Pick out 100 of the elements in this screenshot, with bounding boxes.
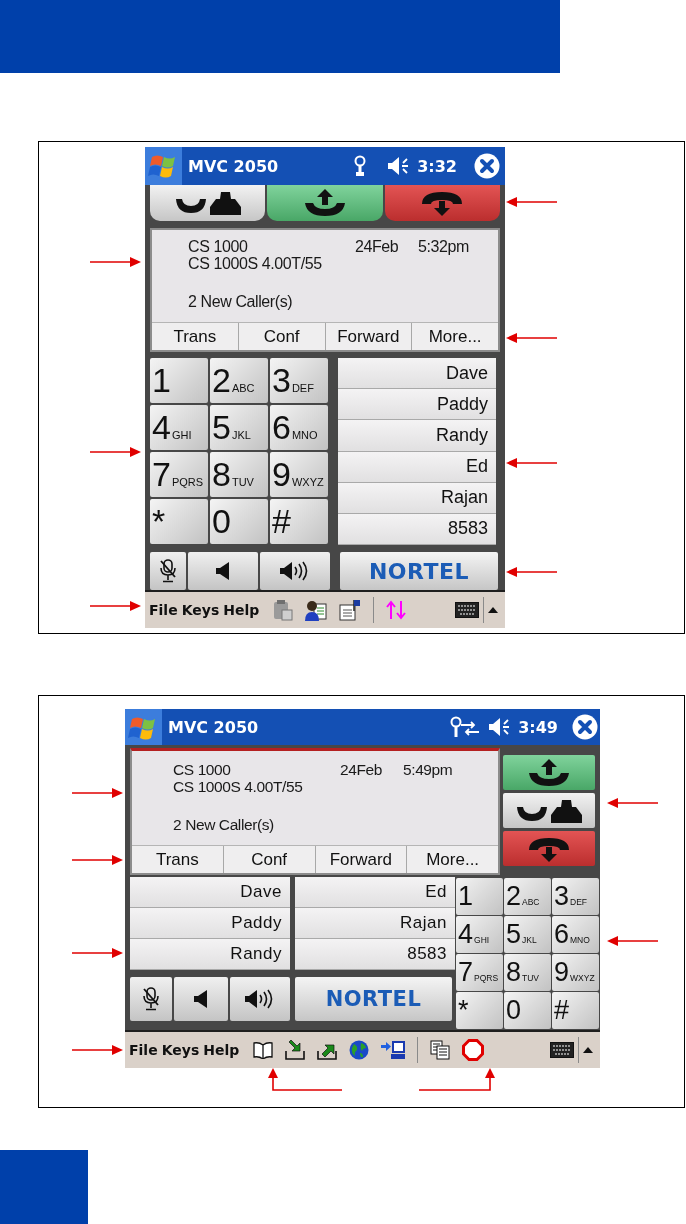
speed-dial-key[interactable]: Paddy [338,389,496,421]
handset-down-arrow-icon[interactable] [527,835,571,862]
caret-up-icon[interactable] [583,1047,593,1053]
softkey-button[interactable]: More... [411,323,498,350]
handset-base-icon[interactable] [516,798,582,823]
book-icon[interactable] [253,1041,274,1059]
speaker-icon[interactable] [488,717,511,737]
keypad-key[interactable]: 8TUV [210,452,268,497]
keypad-key[interactable]: 0 [210,499,268,544]
speed-dial-key[interactable]: 8583 [338,513,496,546]
volume-up-button[interactable] [230,977,290,1021]
keypad-key[interactable]: 5 JKL [504,916,551,953]
softkey-button[interactable]: Conf [222,846,315,873]
keypad-key[interactable]: 3 DEF [270,358,328,403]
handset-up-arrow-icon[interactable] [303,189,347,217]
keyboard-icon[interactable] [550,1042,574,1058]
windows-flag-icon[interactable] [125,709,162,745]
keypad-key[interactable]: 7 PQRS [150,452,208,497]
softkey-button[interactable]: More... [406,846,498,873]
keypad-key[interactable]: 9 WXYZ [552,954,599,991]
speed-dial-key[interactable]: Dave [130,877,290,908]
answer-button[interactable] [503,755,595,790]
speaker-icon[interactable] [387,156,410,176]
keypad-key[interactable]: 8 TUV [504,954,551,991]
keypad-key[interactable]: 6 MNO [552,916,599,953]
speed-dial-key[interactable]: Randy [130,939,290,970]
speaker-waves-icon[interactable] [245,989,275,1009]
keypad-key[interactable]: 9WXYZ [270,452,328,497]
keypad-key[interactable]: # [270,499,328,544]
keypad-key[interactable]: 6 MNO [270,405,328,450]
speed-dial-key[interactable]: Dave [338,358,496,390]
copy-icon[interactable] [430,1040,451,1060]
call-date: 24Feb [340,761,382,778]
speaker-icon[interactable] [194,990,208,1008]
keypad-key[interactable]: 2 ABC [504,878,551,915]
document-flag-icon[interactable] [339,599,362,621]
antenna-arrows-icon[interactable] [450,716,481,738]
keyboard-icon[interactable] [455,602,479,618]
keypad-key[interactable]: 4GHI [150,405,208,450]
octagon-icon[interactable] [462,1039,485,1061]
keypad-key[interactable]: # [552,992,599,1029]
handset-up-arrow-icon[interactable] [527,758,571,787]
volume-down-button[interactable] [188,552,258,590]
caller-status: 2 New Caller(s) [173,816,274,833]
keypad-key[interactable]: * [150,499,208,544]
callout-arrow [506,457,557,469]
speed-dial-key[interactable]: Ed [338,451,496,483]
speed-dial-key[interactable]: Paddy [130,908,290,939]
menu-item[interactable]: Help [201,1042,242,1058]
menu-item[interactable]: Help [221,602,262,618]
menu-item[interactable]: File [127,1042,160,1058]
windows-flag-icon[interactable] [145,147,182,185]
keypad-key[interactable]: 5JKL [210,405,268,450]
release-button[interactable] [503,831,595,866]
handset-base-icon[interactable] [174,191,241,215]
tray-down-arrow-icon[interactable] [285,1040,306,1060]
close-icon[interactable] [474,153,500,179]
arrow-monitor-icon[interactable] [381,1040,406,1060]
caret-up-icon[interactable] [488,607,498,613]
release-button[interactable] [384,185,500,221]
speaker-icon[interactable] [216,562,230,580]
antenna-icon[interactable] [353,155,368,177]
handset-down-arrow-icon[interactable] [420,190,465,216]
keypad-key[interactable]: 2ABC [210,358,268,403]
menu-item[interactable]: File [147,602,180,618]
keypad-key[interactable]: 1 [150,358,208,403]
microphone-slash-icon[interactable] [159,559,177,583]
volume-down-button[interactable] [174,977,228,1021]
close-icon[interactable] [572,714,598,740]
softkey-button[interactable]: Trans [152,323,238,350]
logo-button[interactable]: NORTEL [295,977,452,1021]
handset-button[interactable] [503,793,595,828]
speed-dial-key[interactable]: Rajan [338,482,496,514]
softkey-button[interactable]: Forward [314,846,407,873]
keypad-key[interactable]: 7 PQRS [456,954,503,991]
answer-button[interactable] [267,185,383,221]
speaker-waves-icon[interactable] [280,561,310,581]
logo-button[interactable]: NORTEL [340,552,498,590]
menu-item[interactable]: Keys [179,602,222,618]
globe-icon[interactable] [349,1040,370,1060]
keypad-key[interactable]: 0 [504,992,551,1029]
menu-item[interactable]: Keys [159,1042,202,1058]
speed-dial-key[interactable]: Rajan [295,908,455,939]
speed-dial-key[interactable]: Randy [338,420,496,452]
keypad-key[interactable]: 1 [456,878,503,915]
softkey-button[interactable]: Conf [237,323,325,350]
keypad-key[interactable]: 4GHI [456,916,503,953]
keypad-key[interactable]: * [456,992,503,1029]
mute-button[interactable] [150,552,186,590]
volume-up-button[interactable] [260,552,330,590]
mute-button[interactable] [130,977,172,1021]
clipboard-icon[interactable] [273,599,294,621]
microphone-slash-icon[interactable] [142,987,160,1011]
speed-dial-key[interactable]: 8583 [295,939,455,970]
person-card-icon[interactable] [305,599,328,621]
keypad-key[interactable]: 3 DEF [552,878,599,915]
handset-button[interactable] [150,185,266,221]
softkey-button[interactable]: Trans [132,846,223,873]
softkey-button[interactable]: Forward [324,323,412,350]
speed-dial-key[interactable]: Ed [295,877,455,908]
